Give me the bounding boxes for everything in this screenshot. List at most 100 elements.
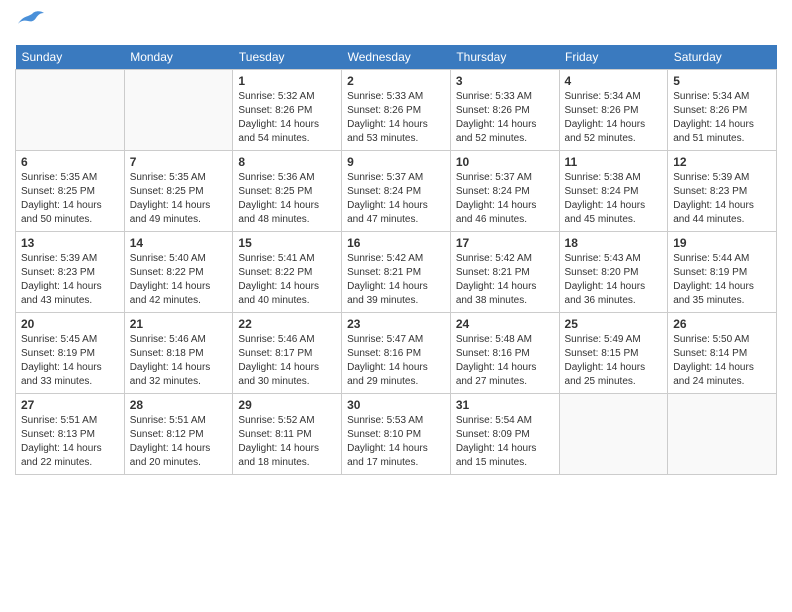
day-info: Sunrise: 5:38 AMSunset: 8:24 PMDaylight:… — [565, 171, 663, 227]
day-info: Sunrise: 5:51 AMSunset: 8:12 PMDaylight:… — [130, 414, 228, 470]
page-header — [15, 10, 777, 37]
day-info: Sunrise: 5:43 AMSunset: 8:20 PMDaylight:… — [565, 252, 663, 308]
week-row-2: 6 Sunrise: 5:35 AMSunset: 8:25 PMDaylight… — [16, 151, 777, 232]
day-header-tuesday: Tuesday — [233, 45, 342, 70]
day-number: 17 — [456, 236, 554, 250]
day-info: Sunrise: 5:37 AMSunset: 8:24 PMDaylight:… — [347, 171, 445, 227]
logo-bird-icon — [18, 10, 46, 37]
day-number: 31 — [456, 398, 554, 412]
day-info: Sunrise: 5:42 AMSunset: 8:21 PMDaylight:… — [347, 252, 445, 308]
day-number: 2 — [347, 74, 445, 88]
day-number: 30 — [347, 398, 445, 412]
calendar-cell: 3Sunrise: 5:33 AMSunset: 8:26 PMDaylight… — [450, 70, 559, 151]
day-number: 21 — [130, 317, 228, 331]
day-number: 11 — [565, 155, 663, 169]
calendar-cell: 10 Sunrise: 5:37 AMSunset: 8:24 PMDayligh… — [450, 151, 559, 232]
calendar-cell: 21Sunrise: 5:46 AMSunset: 8:18 PMDayligh… — [124, 313, 233, 394]
calendar-cell: 19 Sunrise: 5:44 AMSunset: 8:19 PMDayligh… — [668, 232, 777, 313]
day-number: 7 — [130, 155, 228, 169]
day-info: Sunrise: 5:33 AMSunset: 8:26 PMDaylight:… — [347, 90, 445, 146]
calendar-cell: 17 Sunrise: 5:42 AMSunset: 8:21 PMDayligh… — [450, 232, 559, 313]
week-row-3: 13 Sunrise: 5:39 AMSunset: 8:23 PMDayligh… — [16, 232, 777, 313]
day-info: Sunrise: 5:42 AMSunset: 8:21 PMDaylight:… — [456, 252, 554, 308]
day-info: Sunrise: 5:41 AMSunset: 8:22 PMDaylight:… — [238, 252, 336, 308]
calendar-cell: 6 Sunrise: 5:35 AMSunset: 8:25 PMDaylight… — [16, 151, 125, 232]
calendar-cell: 11 Sunrise: 5:38 AMSunset: 8:24 PMDayligh… — [559, 151, 668, 232]
calendar-cell: 31 Sunrise: 5:54 AMSunset: 8:09 PMDayligh… — [450, 394, 559, 475]
week-row-1: 1 Sunrise: 5:32 AMSunset: 8:26 PMDaylight… — [16, 70, 777, 151]
day-number: 8 — [238, 155, 336, 169]
day-number: 15 — [238, 236, 336, 250]
day-info: Sunrise: 5:48 AMSunset: 8:16 PMDaylight:… — [456, 333, 554, 389]
calendar-cell: 1 Sunrise: 5:32 AMSunset: 8:26 PMDaylight… — [233, 70, 342, 151]
calendar-cell: 2 Sunrise: 5:33 AMSunset: 8:26 PMDaylight… — [342, 70, 451, 151]
day-number: 13 — [21, 236, 119, 250]
calendar-cell: 22 Sunrise: 5:46 AMSunset: 8:17 PMDayligh… — [233, 313, 342, 394]
calendar-cell: 26 Sunrise: 5:50 AMSunset: 8:14 PMDayligh… — [668, 313, 777, 394]
calendar-cell: 29 Sunrise: 5:52 AMSunset: 8:11 PMDayligh… — [233, 394, 342, 475]
day-number: 18 — [565, 236, 663, 250]
day-number: 24 — [456, 317, 554, 331]
day-number: 16 — [347, 236, 445, 250]
day-info: Sunrise: 5:39 AMSunset: 8:23 PMDaylight:… — [21, 252, 119, 308]
day-number: 10 — [456, 155, 554, 169]
calendar-cell: 8 Sunrise: 5:36 AMSunset: 8:25 PMDaylight… — [233, 151, 342, 232]
day-number: 14 — [130, 236, 228, 250]
day-header-monday: Monday — [124, 45, 233, 70]
calendar-cell: 25 Sunrise: 5:49 AMSunset: 8:15 PMDayligh… — [559, 313, 668, 394]
day-number: 19 — [673, 236, 771, 250]
calendar-header: SundayMondayTuesdayWednesdayThursdayFrid… — [16, 45, 777, 70]
calendar-cell: 18 Sunrise: 5:43 AMSunset: 8:20 PMDayligh… — [559, 232, 668, 313]
calendar-cell: 28 Sunrise: 5:51 AMSunset: 8:12 PMDayligh… — [124, 394, 233, 475]
calendar-cell: 15 Sunrise: 5:41 AMSunset: 8:22 PMDayligh… — [233, 232, 342, 313]
day-header-thursday: Thursday — [450, 45, 559, 70]
day-header-friday: Friday — [559, 45, 668, 70]
day-number: 6 — [21, 155, 119, 169]
day-info: Sunrise: 5:37 AMSunset: 8:24 PMDaylight:… — [456, 171, 554, 227]
day-number: 1 — [238, 74, 336, 88]
day-info: Sunrise: 5:53 AMSunset: 8:10 PMDaylight:… — [347, 414, 445, 470]
logo — [15, 10, 46, 37]
day-info: Sunrise: 5:36 AMSunset: 8:25 PMDaylight:… — [238, 171, 336, 227]
day-info: Sunrise: 5:49 AMSunset: 8:15 PMDaylight:… — [565, 333, 663, 389]
day-info: Sunrise: 5:34 AMSunset: 8:26 PMDaylight:… — [673, 90, 771, 146]
day-info: Sunrise: 5:52 AMSunset: 8:11 PMDaylight:… — [238, 414, 336, 470]
day-info: Sunrise: 5:35 AMSunset: 8:25 PMDaylight:… — [130, 171, 228, 227]
calendar-cell — [559, 394, 668, 475]
day-info: Sunrise: 5:50 AMSunset: 8:14 PMDaylight:… — [673, 333, 771, 389]
calendar-cell — [668, 394, 777, 475]
calendar-cell: 4Sunrise: 5:34 AMSunset: 8:26 PMDaylight… — [559, 70, 668, 151]
day-number: 28 — [130, 398, 228, 412]
calendar-table: SundayMondayTuesdayWednesdayThursdayFrid… — [15, 45, 777, 475]
day-number: 4 — [565, 74, 663, 88]
day-number: 9 — [347, 155, 445, 169]
calendar-cell: 9 Sunrise: 5:37 AMSunset: 8:24 PMDaylight… — [342, 151, 451, 232]
day-number: 29 — [238, 398, 336, 412]
day-number: 26 — [673, 317, 771, 331]
page-container: SundayMondayTuesdayWednesdayThursdayFrid… — [0, 0, 792, 485]
calendar-cell: 16 Sunrise: 5:42 AMSunset: 8:21 PMDayligh… — [342, 232, 451, 313]
day-info: Sunrise: 5:44 AMSunset: 8:19 PMDaylight:… — [673, 252, 771, 308]
day-number: 25 — [565, 317, 663, 331]
day-info: Sunrise: 5:32 AMSunset: 8:26 PMDaylight:… — [238, 90, 336, 146]
calendar-cell — [16, 70, 125, 151]
day-number: 22 — [238, 317, 336, 331]
calendar-cell: 7 Sunrise: 5:35 AMSunset: 8:25 PMDaylight… — [124, 151, 233, 232]
calendar-cell — [124, 70, 233, 151]
day-number: 20 — [21, 317, 119, 331]
day-number: 23 — [347, 317, 445, 331]
calendar-cell: 12 Sunrise: 5:39 AMSunset: 8:23 PMDayligh… — [668, 151, 777, 232]
calendar-cell: 24 Sunrise: 5:48 AMSunset: 8:16 PMDayligh… — [450, 313, 559, 394]
day-info: Sunrise: 5:46 AMSunset: 8:17 PMDaylight:… — [238, 333, 336, 389]
calendar-cell: 5Sunrise: 5:34 AMSunset: 8:26 PMDaylight… — [668, 70, 777, 151]
day-header-sunday: Sunday — [16, 45, 125, 70]
days-header-row: SundayMondayTuesdayWednesdayThursdayFrid… — [16, 45, 777, 70]
day-info: Sunrise: 5:35 AMSunset: 8:25 PMDaylight:… — [21, 171, 119, 227]
day-info: Sunrise: 5:40 AMSunset: 8:22 PMDaylight:… — [130, 252, 228, 308]
day-info: Sunrise: 5:33 AMSunset: 8:26 PMDaylight:… — [456, 90, 554, 146]
day-header-wednesday: Wednesday — [342, 45, 451, 70]
day-number: 12 — [673, 155, 771, 169]
day-info: Sunrise: 5:39 AMSunset: 8:23 PMDaylight:… — [673, 171, 771, 227]
day-info: Sunrise: 5:54 AMSunset: 8:09 PMDaylight:… — [456, 414, 554, 470]
week-row-4: 20Sunrise: 5:45 AMSunset: 8:19 PMDayligh… — [16, 313, 777, 394]
